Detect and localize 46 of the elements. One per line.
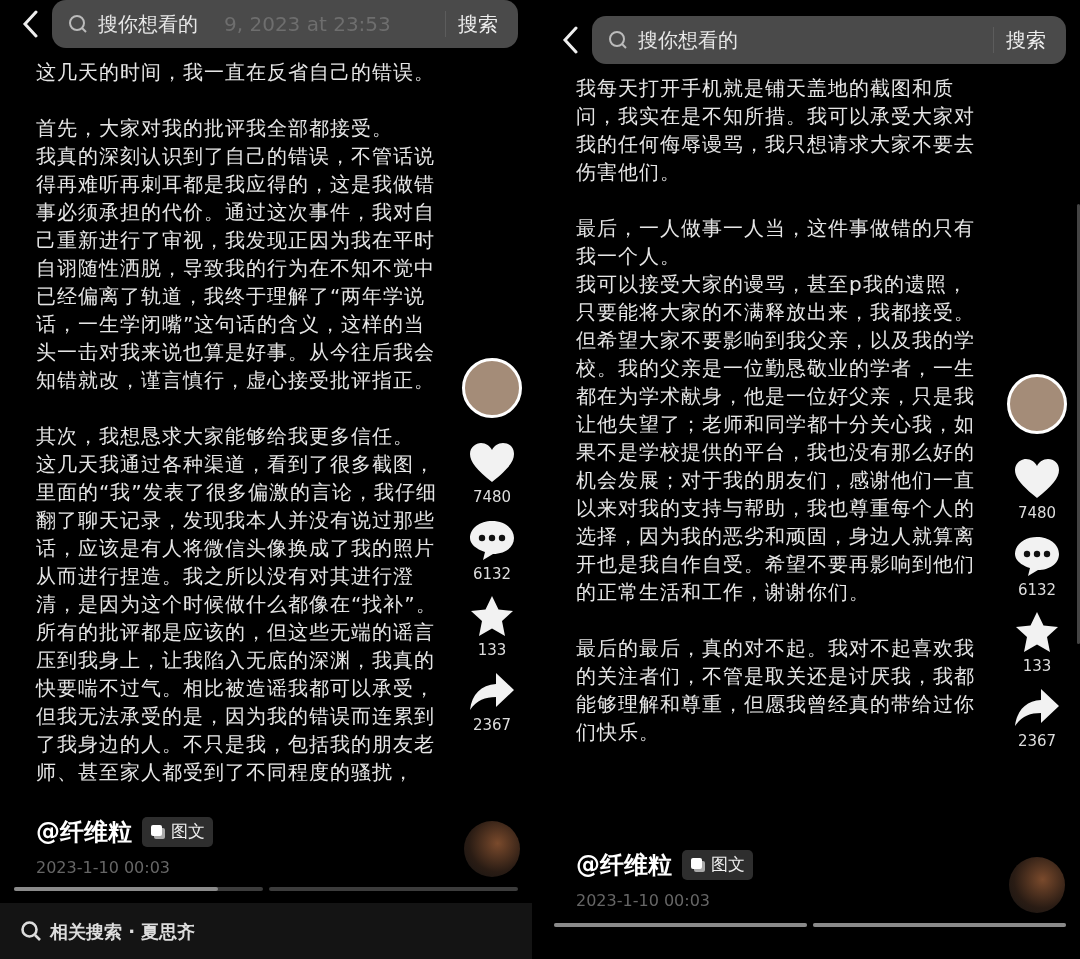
back-icon[interactable]	[562, 26, 578, 54]
post-paragraph: 我可以接受大家的谩骂，甚至p我的遗照，只要能将大家的不满释放出来，我都接受。但希望大家不要影响到我父亲，以及我的学校。我的父亲是一位勤恳敬业的学者，一生都在为学术献身，他是一位好父亲，只是我让他失望了；老师和同学都十分关心我，如果不是学校提供的平台，我也没有那么好的机会发展；对于我的朋友们，感谢他们一直以来对我的支持与帮助，我也尊重每个人的选择，因为我的恶劣和顽固，身边人就算离开也是我自作自受。希望不要再影响到他们的正常生活和工作，谢谢你们。	[576, 271, 976, 606]
heart-icon[interactable]	[469, 442, 515, 484]
search-button[interactable]: 搜索	[454, 9, 502, 39]
star-icon[interactable]	[470, 595, 514, 637]
search-field[interactable]: 搜你想看的	[96, 8, 216, 40]
search-field[interactable]: 搜你想看的	[636, 24, 756, 56]
action-count: 6132	[472, 563, 512, 585]
avatar-placeholder[interactable]	[462, 358, 522, 418]
post-paragraph: 最后的最后，真的对不起。我对不起喜欢我的关注者们，不管是取关还是讨厌我，我都能够理解和尊重，但愿我曾经真的带给过你们快乐。	[576, 635, 976, 746]
share-arrow-icon[interactable]	[469, 671, 515, 712]
action-count: 2367	[1017, 730, 1057, 752]
action-count: 2367	[472, 714, 512, 736]
post-paragraph: 我真的深刻认识到了自己的错误，不管话说得再难听再刺耳都是我应得的，这是我做错事必须承担的代价。通过这次事件，我对自己重新进行了审视，我发现正因为我在平时自诩随性洒脱，导致我的行为在不知不觉中已经偏离了轨道，我终于理解了“两年学说话，一生学闭嘴”这句话的含义，这样的当头一击对我来说也算是好事。从今往后我会知错就改，谨言慎行，虚心接受批评指正。	[36, 143, 436, 394]
author-name[interactable]: @纤维粒	[576, 847, 672, 883]
image-text-icon	[690, 857, 706, 873]
post-paragraph: 这几天我通过各种渠道，看到了很多截图，里面的“我”发表了很多偏激的言论，我仔细翻了聊天记录，发现我本人并没有说过那些话，应该是有人将微信头像换成了我的照片从而进行捏造。我之所以没有对其进行澄清，是因为这个时候做什么都像在“找补”。所有的批评都是应该的，但这些无端的谣言压到我身上，让我陷入无底的深渊，我真的快要喘不过气。相比被造谣我都可以承受，但我无法承受的是，因为我的错误而连累到了我身边的人。不只是我，包括我的朋友老师、甚至家人都受到了不同程度的骚扰，	[36, 451, 438, 786]
search-button[interactable]: 搜索	[1002, 25, 1050, 55]
related-search-text: 相关搜索 · 夏思齐	[50, 919, 196, 944]
back-icon[interactable]	[22, 10, 38, 38]
star-icon[interactable]	[1015, 611, 1059, 653]
search-icon	[68, 14, 88, 34]
badge-label: 图文	[711, 853, 745, 877]
action-count: 7480	[1017, 503, 1057, 524]
comment-icon[interactable]	[469, 518, 515, 561]
action-count: 7480	[472, 487, 512, 508]
search-icon	[608, 30, 628, 50]
post-date: 2023-1-10 00:03	[576, 890, 711, 912]
post-paragraph: 首先，大家对我的批评我全部都接受。	[36, 115, 394, 142]
post-paragraph: 这几天的时间，我一直在反省自己的错误。	[36, 59, 436, 86]
post-paragraph: 我每天打开手机就是铺天盖地的截图和质问，我实在是不知所措。我可以承受大家对我的任何侮辱谩骂，我只想请求大家不要去伤害他们。	[576, 75, 976, 186]
action-count: 6132	[1017, 579, 1057, 601]
author-name[interactable]: @纤维粒	[36, 814, 132, 850]
heart-icon[interactable]	[1014, 458, 1060, 500]
badge-label: 图文	[171, 820, 205, 844]
related-search-bar[interactable]: 相关搜索 · 夏思齐	[0, 903, 532, 959]
search-icon	[20, 920, 42, 942]
action-count: 133	[477, 640, 507, 661]
post-paragraph: 其次，我想恳求大家能够给我更多信任。	[36, 423, 415, 450]
post-paragraph: 最后，一人做事一人当，这件事做错的只有我一个人。	[576, 215, 976, 270]
share-arrow-icon[interactable]	[1014, 687, 1060, 728]
post-date: 2023-1-10 00:03	[36, 857, 171, 879]
comment-icon[interactable]	[1014, 534, 1060, 577]
image-text-icon	[150, 824, 166, 840]
avatar-placeholder[interactable]	[1007, 374, 1067, 434]
action-count: 133	[1022, 656, 1052, 677]
